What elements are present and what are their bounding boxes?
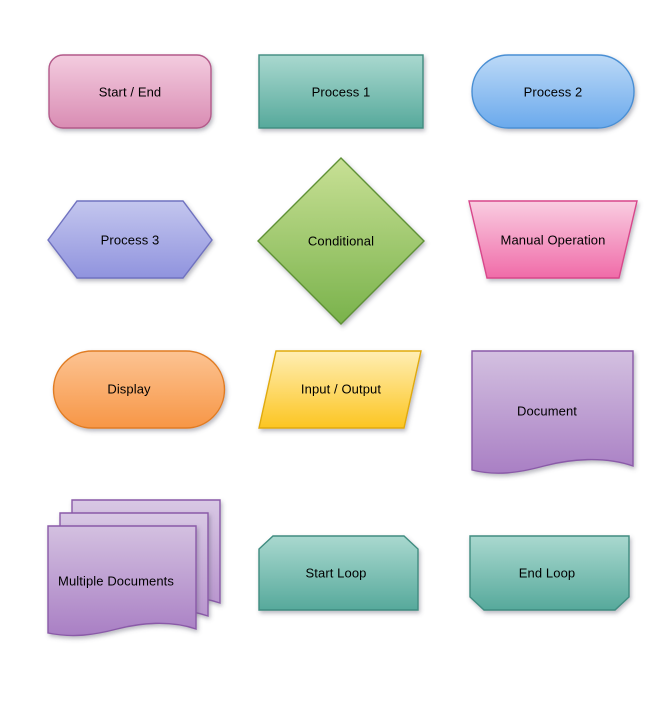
shape-input-output[interactable] [258, 350, 422, 429]
shape-process-3[interactable] [47, 200, 213, 279]
shape-end-loop[interactable] [469, 535, 630, 611]
shape-process-2[interactable] [471, 54, 635, 129]
shape-multiple-documents[interactable] [47, 525, 197, 637]
shape-conditional[interactable] [257, 157, 425, 325]
shape-manual-operation[interactable] [468, 200, 638, 279]
shape-start-end[interactable] [48, 54, 212, 129]
flowchart-shape-legend [47, 54, 638, 637]
shape-start-loop[interactable] [258, 535, 419, 611]
shape-display[interactable] [52, 350, 226, 429]
shape-document[interactable] [471, 350, 634, 474]
shape-process-1[interactable] [258, 54, 424, 129]
